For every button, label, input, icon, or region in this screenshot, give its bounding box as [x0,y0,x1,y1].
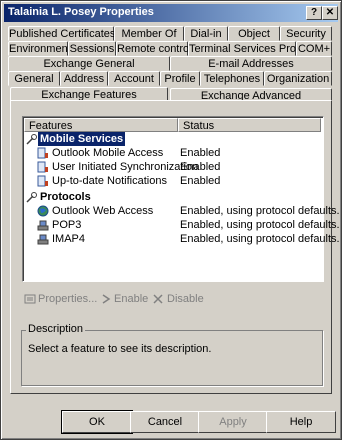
tab-sessions[interactable]: Sessions [68,41,116,56]
tab-published-certificates[interactable]: Published Certificates [8,26,115,41]
disable-button[interactable]: Disable [167,292,204,306]
enable-button[interactable]: Enable [114,292,148,306]
tab-com-plus[interactable]: COM+ [296,41,332,56]
enable-icon [102,294,111,304]
feature-user-initiated-sync[interactable]: User Initiated Synchronization [52,160,198,174]
mobile-services-icon [26,134,37,145]
tab-address[interactable]: Address [60,71,108,86]
column-header-status[interactable]: Status [178,118,321,132]
tab-dial-in[interactable]: Dial-in [184,26,228,41]
tab-terminal-services-profile[interactable]: Terminal Services Profile [188,41,310,56]
help-button[interactable]: Help [266,411,336,433]
status-pop3: Enabled, using protocol defaults. [180,219,340,231]
tab-organization[interactable]: Organization [264,71,332,86]
network-icon [37,220,49,231]
properties-icon [24,294,36,304]
help-title-button[interactable]: ? [306,6,322,20]
tab-profile[interactable]: Profile [160,71,200,86]
description-group [21,330,323,386]
tab-object[interactable]: Object [228,26,280,41]
status-outlook-mobile-access: Enabled [180,147,221,159]
title-bar: Talainia L. Posey Properties ? ✕ [4,4,338,22]
status-imap4: Enabled, using protocol defaults. [180,233,340,245]
tab-member-of[interactable]: Member Of [114,26,184,41]
description-text: Select a feature to see its description. [28,343,212,355]
ok-button[interactable]: OK [61,410,133,434]
status-outlook-web-access: Enabled, using protocol defaults. [180,205,340,217]
properties-button[interactable]: Properties... [38,292,97,306]
status-up-to-date-notifications: Enabled [180,175,221,187]
feature-outlook-mobile-access[interactable]: Outlook Mobile Access [52,146,163,160]
tab-account[interactable]: Account [108,71,160,86]
description-label: Description [26,323,86,335]
feature-pop3[interactable]: POP3 [52,218,81,232]
status-user-initiated-sync: Enabled [180,161,221,173]
tab-telephones[interactable]: Telephones [200,71,264,86]
tab-email-addresses[interactable]: E-mail Addresses [170,56,332,71]
close-title-button[interactable]: ✕ [322,6,338,20]
protocols-icon [26,192,37,203]
apply-button[interactable]: Apply [198,411,268,433]
mobile-device-icon [37,175,48,187]
globe-icon [37,205,49,217]
tab-security[interactable]: Security [280,26,332,41]
disable-icon [153,294,163,304]
window-title: Talainia L. Posey Properties [8,6,154,18]
tab-exchange-general[interactable]: Exchange General [8,56,170,71]
tab-general[interactable]: General [8,71,60,86]
mobile-device-icon [37,147,48,159]
network-icon [37,234,49,245]
feature-imap4[interactable]: IMAP4 [52,232,85,246]
cancel-button[interactable]: Cancel [130,411,200,433]
feature-up-to-date-notifications[interactable]: Up-to-date Notifications [52,174,167,188]
mobile-device-icon [37,161,48,173]
group-mobile-services[interactable]: Mobile Services [38,132,126,146]
group-protocols[interactable]: Protocols [40,190,91,204]
column-header-features[interactable]: Features [24,118,178,132]
tab-remote-control[interactable]: Remote control [116,41,192,56]
tab-environment[interactable]: Environment [8,41,71,56]
feature-outlook-web-access[interactable]: Outlook Web Access [52,204,153,218]
